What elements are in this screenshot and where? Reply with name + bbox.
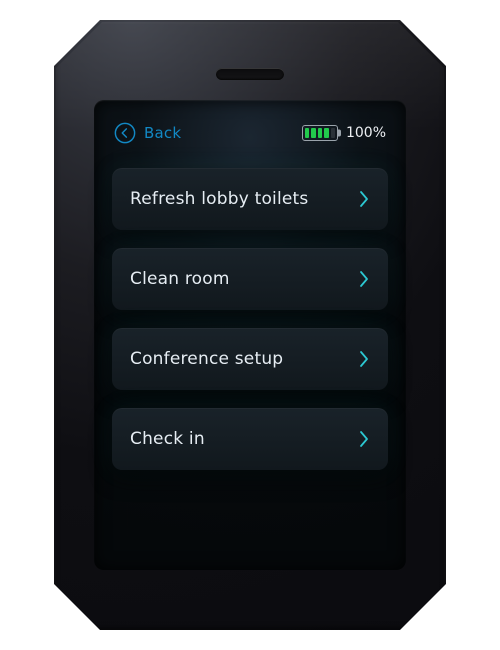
chevron-right-icon bbox=[358, 430, 370, 448]
battery-cell bbox=[311, 128, 315, 138]
task-label: Refresh lobby toilets bbox=[130, 189, 308, 209]
back-label: Back bbox=[144, 124, 181, 142]
task-list: Refresh lobby toilets Clean room Confere… bbox=[112, 168, 388, 470]
task-label: Conference setup bbox=[130, 349, 283, 369]
device-frame: Back 100% Refresh lobby toilets bbox=[54, 20, 446, 630]
battery-percent: 100% bbox=[346, 125, 386, 141]
task-item-refresh-lobby-toilets[interactable]: Refresh lobby toilets bbox=[112, 168, 388, 230]
battery-cell bbox=[324, 128, 328, 138]
battery-status: 100% bbox=[302, 125, 386, 141]
battery-cell bbox=[305, 128, 309, 138]
chevron-right-icon bbox=[358, 350, 370, 368]
back-icon bbox=[114, 122, 136, 144]
task-label: Clean room bbox=[130, 269, 230, 289]
task-item-check-in[interactable]: Check in bbox=[112, 408, 388, 470]
back-button[interactable]: Back bbox=[114, 122, 181, 144]
battery-cell bbox=[318, 128, 322, 138]
task-label: Check in bbox=[130, 429, 205, 449]
battery-icon bbox=[302, 125, 338, 141]
task-item-conference-setup[interactable]: Conference setup bbox=[112, 328, 388, 390]
task-item-clean-room[interactable]: Clean room bbox=[112, 248, 388, 310]
speaker-slit bbox=[216, 68, 284, 80]
header: Back 100% bbox=[114, 120, 386, 146]
battery-cell bbox=[331, 128, 335, 138]
chevron-right-icon bbox=[358, 270, 370, 288]
device-screen: Back 100% Refresh lobby toilets bbox=[94, 100, 406, 570]
chevron-right-icon bbox=[358, 190, 370, 208]
